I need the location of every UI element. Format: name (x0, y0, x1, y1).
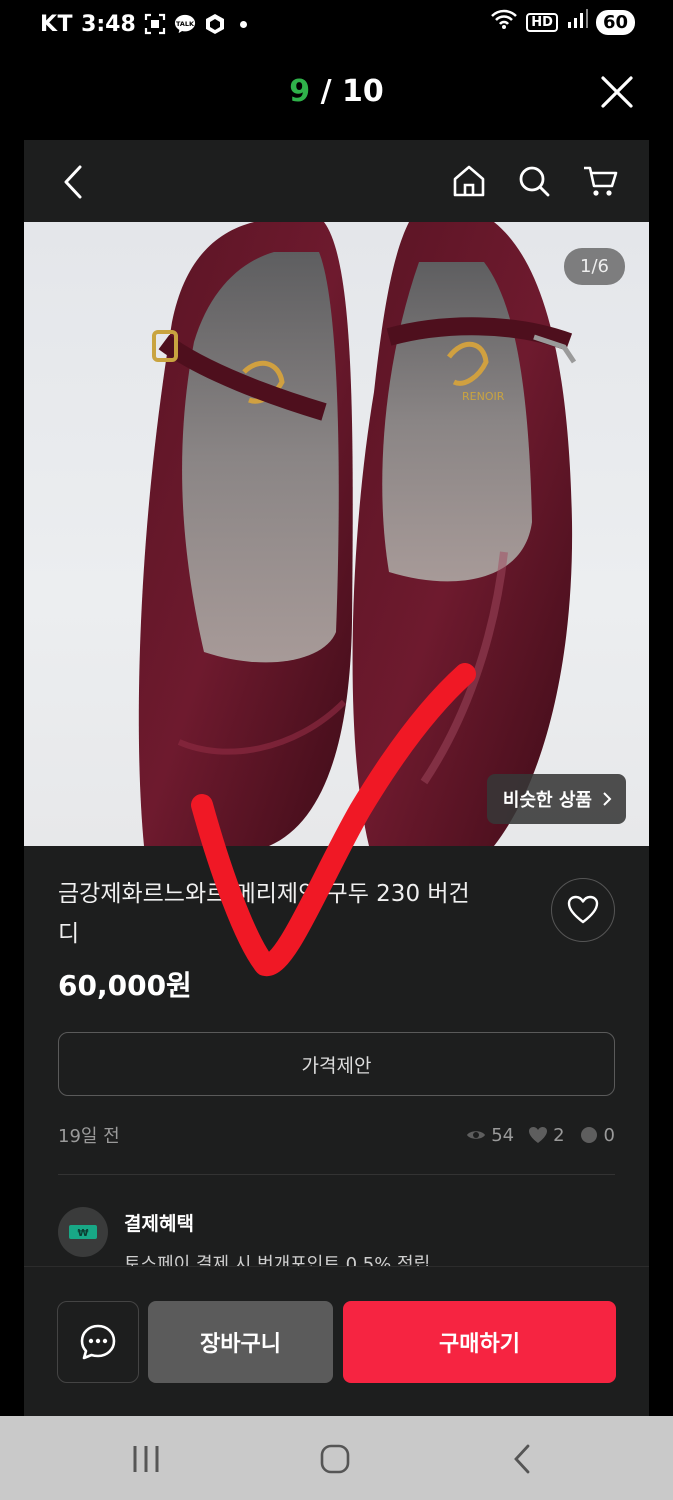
chevron-right-icon (603, 792, 612, 806)
add-to-cart-label: 장바구니 (200, 1332, 281, 1357)
counter-total: 10 (341, 74, 384, 109)
close-button[interactable] (599, 74, 635, 110)
hd-voice-icon: HD (526, 12, 558, 32)
viewer-header: 9 / 10 (0, 60, 673, 130)
meta-row: 19일 전 54 2 0 (58, 1122, 615, 1175)
chat-icon (80, 1324, 116, 1360)
home-nav-icon[interactable] (320, 1444, 350, 1474)
talk-badge-text: TALK (176, 20, 195, 28)
back-nav-icon[interactable] (510, 1444, 534, 1474)
battery-indicator: 60 (595, 9, 635, 35)
system-nav-bar (0, 1416, 673, 1500)
status-bar: KT 3:48 TALK HD 60 (0, 0, 673, 48)
likes-count: 2 (553, 1124, 565, 1146)
chats-stat: 0 (579, 1125, 615, 1146)
cart-icon (584, 166, 618, 196)
buy-label: 구매하기 (439, 1332, 520, 1357)
product-price: 60,000원 (58, 969, 192, 1002)
home-icon (453, 165, 485, 197)
wifi-icon (490, 8, 518, 36)
search-icon (519, 166, 550, 197)
screenshot-icon (144, 13, 166, 35)
price-offer-label: 가격제안 (301, 1054, 372, 1077)
chat-button[interactable] (57, 1301, 139, 1383)
search-button[interactable] (517, 164, 551, 198)
home-button[interactable] (452, 164, 486, 198)
money-icon-text: ₩ (77, 1228, 88, 1239)
carrier-label: KT (40, 11, 74, 37)
app-cube-icon (204, 13, 226, 35)
product-photo[interactable]: RENOIR 1/6 비슷한 상품 (24, 222, 649, 846)
buy-button[interactable]: 구매하기 (343, 1301, 616, 1383)
chats-count: 0 (603, 1124, 615, 1146)
money-icon: ₩ (69, 1225, 97, 1239)
product-title: 금강제화르느와르 메리제인 구두 230 버건디 (58, 881, 470, 947)
wishlist-button[interactable] (551, 878, 615, 942)
eye-icon (467, 1131, 486, 1139)
views-count: 54 (491, 1124, 515, 1146)
benefit-title: 결제혜택 (124, 1213, 194, 1235)
kakaotalk-icon: TALK (174, 13, 196, 35)
heart-filled-icon (529, 1127, 548, 1143)
shoes-image: RENOIR (138, 222, 577, 846)
posted-time: 19일 전 (58, 1126, 120, 1147)
counter-separator: / (310, 74, 342, 109)
counter-current: 9 (289, 74, 311, 109)
notification-dot (239, 20, 247, 28)
close-icon (601, 76, 633, 108)
screenshot-counter: 9 / 10 (0, 74, 673, 109)
heart-icon (567, 895, 599, 924)
benefit-icon: ₩ (58, 1207, 108, 1257)
similar-products-label: 비슷한 상품 (502, 790, 592, 811)
bottom-action-bar: 장바구니 구매하기 (24, 1266, 649, 1416)
views-stat: 54 (466, 1125, 514, 1146)
app-nav-bar (24, 140, 649, 222)
chevron-left-icon (64, 165, 82, 199)
shoe-brand-text: RENOIR (462, 390, 505, 403)
similar-products-button[interactable]: 비슷한 상품 (486, 774, 626, 824)
recent-apps-icon[interactable] (130, 1444, 162, 1474)
clock: 3:48 (81, 11, 136, 37)
image-counter: 1/6 (564, 248, 625, 285)
chat-bubble-icon (580, 1127, 597, 1143)
app-screen: RENOIR 1/6 비슷한 상품 금강제화르느와르 메리제인 구두 230 버… (24, 140, 649, 1416)
signal-icon (566, 8, 588, 36)
cart-nav-button[interactable] (582, 164, 618, 198)
likes-stat: 2 (528, 1124, 565, 1146)
stats-group: 54 2 0 (458, 1125, 615, 1146)
product-info: 금강제화르느와르 메리제인 구두 230 버건디 60,000원 (24, 846, 649, 1004)
add-to-cart-button[interactable]: 장바구니 (148, 1301, 333, 1383)
back-button[interactable] (60, 164, 90, 200)
price-offer-button[interactable]: 가격제안 (58, 1032, 615, 1096)
